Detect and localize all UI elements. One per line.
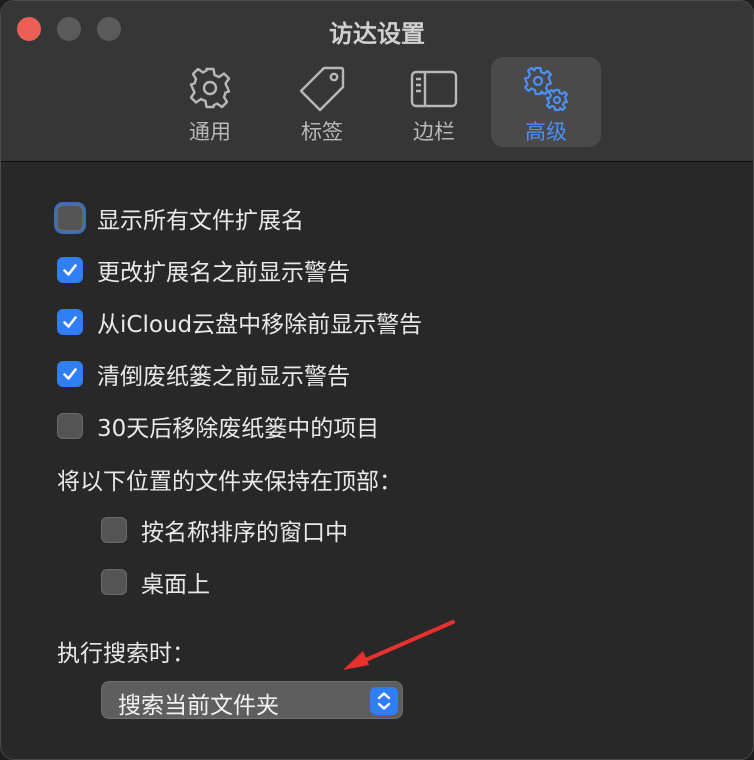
tab-general[interactable]: 通用 (155, 57, 265, 147)
tab-label: 标签 (301, 120, 343, 144)
tab-tags[interactable]: 标签 (267, 57, 377, 147)
sidebar-icon (410, 70, 458, 108)
tab-label: 通用 (189, 120, 231, 144)
annotation-arrow-icon (343, 620, 455, 670)
tab-label: 高级 (525, 120, 567, 144)
gear-icon (189, 67, 231, 109)
gears-icon (523, 66, 569, 112)
settings-content: 显示所有文件扩展名 更改扩展名之前显示警告 从iCloud云盘中移除前显示警告 … (1, 162, 753, 759)
tab-label: 边栏 (413, 120, 455, 144)
window-title: 访达设置 (329, 20, 425, 48)
tab-advanced[interactable]: 高级 (491, 57, 601, 147)
tab-sidebar[interactable]: 边栏 (379, 57, 489, 147)
toolbar: 访达设置 通用 标签 边栏 高级 (1, 1, 753, 162)
finder-settings-window: 访达设置 通用 标签 边栏 高级 显示所有文件扩展名 更改扩展名之前显示警告 从… (0, 0, 754, 760)
tag-icon (299, 66, 345, 112)
